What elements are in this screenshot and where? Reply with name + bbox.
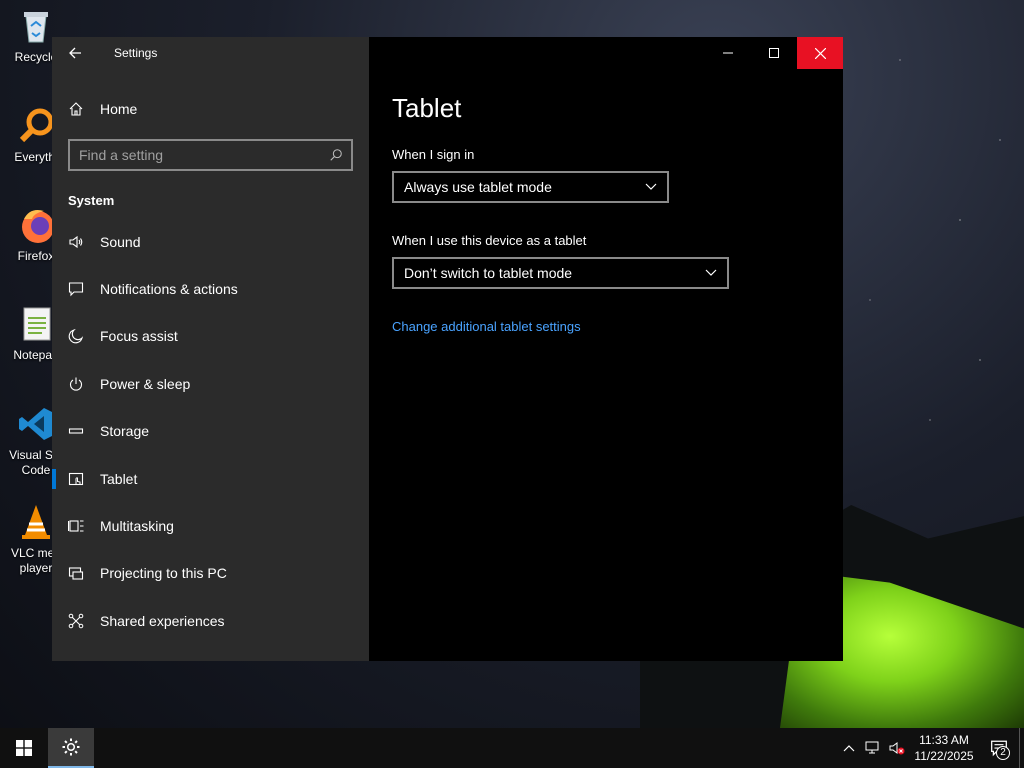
projecting-icon	[52, 565, 100, 581]
show-desktop-button[interactable]	[1019, 728, 1024, 768]
multitasking-icon	[52, 518, 100, 534]
close-icon	[814, 47, 826, 59]
back-arrow-icon	[69, 47, 81, 59]
tray-expand-button[interactable]	[837, 728, 861, 768]
chevron-up-icon	[843, 745, 855, 752]
gear-icon	[62, 738, 80, 756]
settings-window: Settings Home System Sound Notifications…	[52, 37, 843, 661]
settings-sidebar: Settings Home System Sound Notifications…	[52, 37, 369, 661]
sidebar-item-sound[interactable]: Sound	[52, 218, 369, 265]
close-button[interactable]	[797, 37, 843, 69]
sidebar-item-projecting[interactable]: Projecting to this PC	[52, 550, 369, 597]
sidebar-item-power-sleep[interactable]: Power & sleep	[52, 360, 369, 407]
settings-content: Tablet When I sign in Always use tablet …	[369, 37, 843, 661]
system-tray: 11:33 AM 11/22/2025 2	[837, 728, 1024, 768]
sidebar-item-label: Tablet	[100, 470, 138, 487]
sidebar-item-label: Shared experiences	[100, 612, 225, 629]
signin-mode-dropdown[interactable]: Always use tablet mode	[392, 171, 669, 203]
vscode-icon	[16, 404, 56, 444]
volume-button[interactable]	[885, 728, 909, 768]
clock-date: 11/22/2025	[914, 749, 974, 763]
shared-experiences-icon	[52, 613, 100, 629]
network-button[interactable]	[861, 728, 885, 768]
sidebar-item-label: Multitasking	[100, 518, 174, 535]
everything-search-icon	[16, 106, 56, 146]
sidebar-item-notifications[interactable]: Notifications & actions	[52, 265, 369, 312]
storage-icon	[52, 423, 100, 439]
search-box[interactable]	[68, 139, 353, 171]
power-icon	[52, 376, 100, 392]
titlebar: Settings	[52, 37, 369, 69]
tablet-icon	[52, 471, 100, 487]
home-icon	[52, 101, 100, 117]
search-input[interactable]	[70, 147, 321, 163]
notification-count-badge: 2	[996, 746, 1010, 760]
page-title: Tablet	[392, 93, 462, 123]
sidebar-item-storage[interactable]: Storage	[52, 408, 369, 455]
tablet-switch-dropdown[interactable]: Don’t switch to tablet mode	[392, 257, 729, 289]
sidebar-item-multitasking[interactable]: Multitasking	[52, 502, 369, 549]
vlc-icon	[16, 502, 56, 542]
nav-home[interactable]: Home	[52, 89, 369, 129]
nav-list: Sound Notifications & actions Focus assi…	[52, 218, 369, 645]
additional-tablet-settings-link[interactable]: Change additional tablet settings	[392, 319, 581, 334]
signin-mode-value: Always use tablet mode	[404, 179, 552, 195]
notification-icon	[52, 281, 100, 297]
nav-home-label: Home	[100, 101, 138, 117]
clock[interactable]: 11:33 AM 11/22/2025	[909, 732, 979, 764]
start-button[interactable]	[0, 728, 48, 768]
minimize-button[interactable]	[705, 37, 751, 69]
maximize-button[interactable]	[751, 37, 797, 69]
firefox-icon	[16, 205, 56, 245]
sidebar-item-label: Power & sleep	[100, 375, 191, 392]
sidebar-item-focus-assist[interactable]: Focus assist	[52, 313, 369, 360]
clock-time: 11:33 AM	[919, 733, 969, 747]
taskbar-settings-app[interactable]	[48, 728, 94, 768]
maximize-icon	[769, 48, 779, 58]
windows-logo-icon	[16, 740, 32, 756]
chevron-down-icon	[705, 269, 717, 276]
notepad-icon	[16, 304, 56, 344]
sidebar-item-label: Projecting to this PC	[100, 565, 227, 582]
recycle-bin-icon	[16, 6, 56, 46]
speaker-icon	[52, 234, 100, 250]
sidebar-item-label: Sound	[100, 233, 141, 250]
chevron-down-icon	[645, 183, 657, 190]
device-tablet-label: When I use this device as a tablet	[392, 233, 587, 248]
back-button[interactable]	[52, 37, 98, 69]
minimize-icon	[723, 52, 733, 54]
window-title: Settings	[114, 46, 158, 60]
section-heading: System	[68, 193, 115, 208]
sidebar-item-label: Storage	[100, 423, 150, 440]
moon-icon	[52, 328, 100, 344]
search-icon[interactable]	[321, 148, 351, 162]
sidebar-item-label: Notifications & actions	[100, 281, 238, 298]
window-controls	[705, 37, 843, 69]
sidebar-item-tablet[interactable]: Tablet	[52, 455, 369, 502]
signin-label: When I sign in	[392, 147, 475, 162]
sidebar-item-label: Focus assist	[100, 328, 178, 345]
action-center-button[interactable]: 2	[979, 728, 1019, 768]
taskbar: 11:33 AM 11/22/2025 2	[0, 728, 1024, 768]
volume-muted-icon	[889, 742, 905, 755]
network-icon	[865, 741, 879, 754]
sidebar-item-shared-experiences[interactable]: Shared experiences	[52, 597, 369, 644]
tablet-switch-value: Don’t switch to tablet mode	[404, 265, 573, 281]
